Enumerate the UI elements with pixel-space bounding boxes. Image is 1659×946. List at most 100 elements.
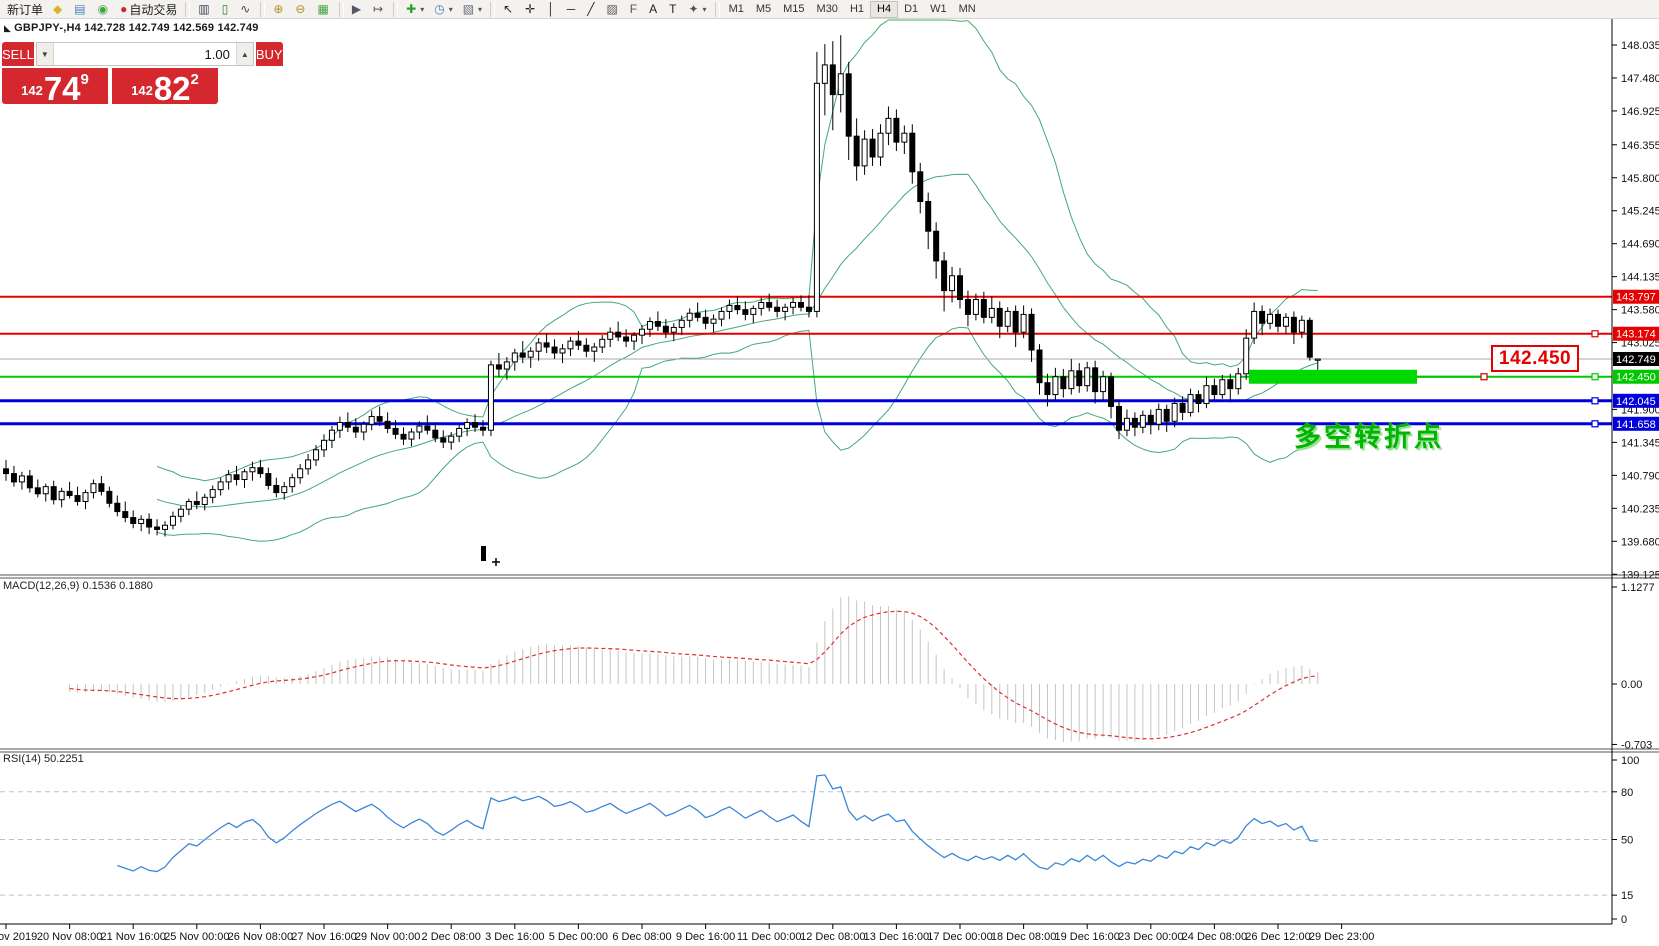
auto-scroll-button[interactable]: ▶ bbox=[347, 1, 368, 18]
line-marker[interactable] bbox=[1592, 331, 1598, 337]
svg-text:20 Nov 08:00: 20 Nov 08:00 bbox=[37, 931, 102, 943]
periods-button[interactable]: ◷▾ bbox=[429, 1, 458, 18]
vline-tool-button[interactable]: │ bbox=[542, 1, 562, 18]
fibonacci-tool-button[interactable]: ▨ bbox=[601, 1, 624, 18]
timeframe-m5[interactable]: M5 bbox=[750, 1, 777, 18]
crosshair-button[interactable]: ✛ bbox=[520, 1, 542, 18]
templates-button[interactable]: ▧▾ bbox=[458, 1, 487, 18]
sell-button[interactable]: SELL bbox=[2, 42, 34, 66]
candle bbox=[560, 349, 565, 353]
hline-tool-button[interactable]: ─ bbox=[562, 1, 583, 18]
line-marker[interactable] bbox=[1481, 374, 1487, 380]
toolbar-separator bbox=[490, 2, 495, 17]
chart-window-button[interactable]: ◆ bbox=[48, 1, 69, 18]
auto-scroll-icon: ▶ bbox=[352, 1, 361, 18]
svg-text:141.658: 141.658 bbox=[1616, 419, 1656, 431]
data-window-button[interactable]: ▤ bbox=[69, 1, 92, 18]
candle bbox=[958, 276, 963, 300]
zone-price-callout[interactable]: 142.450 bbox=[1491, 345, 1579, 372]
trendline-tool-button[interactable]: ╱ bbox=[582, 1, 601, 18]
zoom-in-icon: ⊕ bbox=[273, 1, 283, 18]
timeframe-d1[interactable]: D1 bbox=[898, 1, 924, 18]
svg-text:19 Nov 2019: 19 Nov 2019 bbox=[0, 931, 37, 943]
timeframe-m15[interactable]: M15 bbox=[777, 1, 810, 18]
candle bbox=[35, 488, 40, 494]
grid-tool-button[interactable]: F bbox=[625, 1, 644, 18]
highlight-zone[interactable] bbox=[1249, 370, 1417, 384]
candle bbox=[791, 302, 796, 307]
shapes-button[interactable]: ✦▾ bbox=[683, 1, 711, 18]
bar-chart-button[interactable]: ▥ bbox=[193, 1, 216, 18]
svg-text:29 Dec 23:00: 29 Dec 23:00 bbox=[1309, 931, 1374, 943]
candle bbox=[1109, 377, 1114, 407]
add-indicator-button[interactable]: ✚▾ bbox=[401, 1, 429, 18]
text-tool-button[interactable]: A bbox=[644, 1, 664, 18]
svg-text:17 Dec 00:00: 17 Dec 00:00 bbox=[927, 931, 992, 943]
candle bbox=[1212, 386, 1217, 395]
sell-price-display[interactable]: 142 74 9 bbox=[2, 68, 108, 104]
candle bbox=[457, 428, 462, 436]
chart-canvas[interactable]: 148.035147.480146.925146.355145.800145.2… bbox=[0, 0, 1659, 946]
new-order-button-label: 新订单 bbox=[7, 1, 43, 18]
timeframe-m1[interactable]: M1 bbox=[723, 1, 750, 18]
candle bbox=[1236, 374, 1241, 389]
candle bbox=[934, 231, 939, 261]
timeframe-h4[interactable]: H4 bbox=[870, 1, 898, 18]
candle bbox=[647, 322, 652, 330]
candle bbox=[703, 317, 708, 323]
svg-text:148.035: 148.035 bbox=[1621, 40, 1659, 52]
sell-price-prefix: 142 bbox=[21, 83, 43, 98]
volume-input[interactable] bbox=[54, 43, 236, 65]
autotrading-button[interactable]: ●自动交易 bbox=[115, 1, 182, 18]
line-marker[interactable] bbox=[1592, 421, 1598, 427]
candle bbox=[353, 427, 358, 432]
candle bbox=[727, 305, 732, 311]
svg-text:145.245: 145.245 bbox=[1621, 206, 1659, 218]
timeframe-h1[interactable]: H1 bbox=[844, 1, 870, 18]
svg-text:146.925: 146.925 bbox=[1621, 106, 1659, 118]
label-tool-button[interactable]: T bbox=[664, 1, 683, 18]
line-chart-button[interactable]: ∿ bbox=[235, 1, 257, 18]
cursor-icon: ↖ bbox=[503, 1, 513, 18]
candle bbox=[1156, 409, 1161, 424]
new-order-button[interactable]: 新订单 bbox=[2, 1, 48, 18]
candle bbox=[576, 341, 581, 345]
candle bbox=[488, 365, 493, 430]
zoom-in-button[interactable]: ⊕ bbox=[268, 1, 290, 18]
svg-text:0.00: 0.00 bbox=[1621, 679, 1642, 691]
line-marker[interactable] bbox=[1592, 398, 1598, 404]
line-marker[interactable] bbox=[1592, 374, 1598, 380]
candle bbox=[1276, 314, 1281, 326]
trendline-icon: ╱ bbox=[587, 1, 594, 18]
volume-decrease-button[interactable]: ▼ bbox=[37, 43, 54, 65]
cursor-button[interactable]: ↖ bbox=[498, 1, 520, 18]
candle bbox=[512, 353, 517, 362]
chevron-down-icon: ▾ bbox=[449, 5, 453, 14]
buy-button[interactable]: BUY bbox=[256, 42, 283, 66]
candle bbox=[814, 83, 819, 311]
alerts-button[interactable]: ◉ bbox=[93, 1, 115, 18]
chevron-down-icon: ▾ bbox=[478, 5, 482, 14]
volume-increase-button[interactable]: ▲ bbox=[236, 43, 253, 65]
clock-icon: ◷ bbox=[434, 1, 444, 18]
tile-windows-button[interactable]: ▦ bbox=[312, 1, 335, 18]
svg-text:23 Dec 00:00: 23 Dec 00:00 bbox=[1118, 931, 1183, 943]
crosshair-icon: ✛ bbox=[525, 1, 535, 18]
candle bbox=[1315, 359, 1320, 360]
timeframe-w1[interactable]: W1 bbox=[924, 1, 953, 18]
candle bbox=[1069, 371, 1074, 389]
timeframe-mn[interactable]: MN bbox=[953, 1, 982, 18]
candle bbox=[170, 516, 175, 525]
candle bbox=[282, 487, 287, 493]
plus-icon: ✚ bbox=[406, 1, 416, 18]
candle bbox=[266, 474, 271, 486]
candle bbox=[314, 450, 319, 460]
svg-text:-0.703: -0.703 bbox=[1621, 739, 1652, 751]
candle bbox=[751, 308, 756, 314]
timeframe-m30[interactable]: M30 bbox=[811, 1, 844, 18]
candle-chart-button[interactable]: ▯ bbox=[217, 1, 236, 18]
buy-price-display[interactable]: 142 82 2 bbox=[112, 68, 218, 104]
zoom-out-button[interactable]: ⊖ bbox=[290, 1, 312, 18]
candle bbox=[258, 468, 263, 474]
chart-shift-button[interactable]: ↦ bbox=[368, 1, 390, 18]
